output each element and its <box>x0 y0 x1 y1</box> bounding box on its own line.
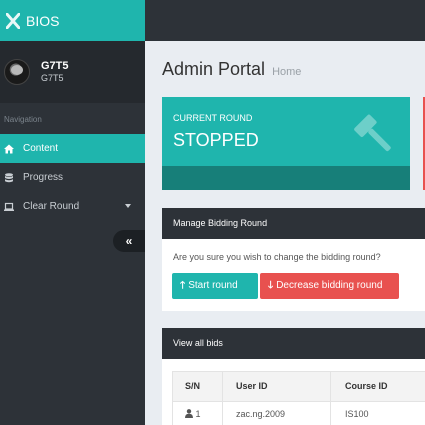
cell-course-id: IS100 <box>345 409 369 419</box>
column-header-course-id[interactable]: Course ID <box>345 372 388 401</box>
panel-title: Manage Bidding Round <box>162 208 425 239</box>
breadcrumb-home[interactable]: Home <box>272 66 301 78</box>
table-row: 1 <box>185 409 201 419</box>
profile-name: G7T5 <box>41 60 69 72</box>
column-header-user-id[interactable]: User ID <box>236 372 268 401</box>
sidebar-item-progress[interactable]: Progress <box>0 163 145 192</box>
sidebar-item-label: Content <box>23 143 59 154</box>
button-label: Decrease bidding round <box>276 280 383 291</box>
sidebar: BIOS G7T5 G7T5 Navigation Content Progre… <box>0 0 145 425</box>
brand-logo-icon <box>6 12 20 29</box>
sidebar-item-label: Progress <box>23 172 64 183</box>
start-round-button[interactable]: 🡑 Start round <box>172 273 258 299</box>
cell-user-id: zac.ng.2009 <box>236 409 286 419</box>
manage-bidding-panel: Manage Bidding Round Are you sure you wi… <box>162 208 425 311</box>
arrow-up-icon: 🡑 <box>180 280 186 291</box>
avatar <box>4 59 30 85</box>
sidebar-item-label: Clear Round <box>23 201 80 212</box>
profile-subtitle: G7T5 <box>41 73 64 83</box>
page-title: Admin Portal Home <box>162 59 301 80</box>
column-divider <box>330 372 331 425</box>
database-icon <box>5 172 13 182</box>
top-bar <box>145 0 425 41</box>
laptop-icon <box>4 202 14 211</box>
user-profile: G7T5 G7T5 <box>0 41 145 103</box>
page-title-text: Admin Portal <box>162 59 266 79</box>
stat-card-footer <box>162 166 410 190</box>
home-icon <box>4 144 14 153</box>
sidebar-item-clear-round[interactable]: Clear Round <box>0 192 145 221</box>
nav-header: Navigation <box>4 115 42 124</box>
arrow-down-icon: 🡓 <box>268 280 274 291</box>
brand-bar[interactable]: BIOS <box>0 0 145 41</box>
main-content: Admin Portal Home CURRENT ROUND STOPPED … <box>145 41 425 425</box>
panel-title: View all bids <box>162 328 425 359</box>
cell-sn: 1 <box>195 409 201 419</box>
sidebar-collapse-button[interactable]: « <box>113 230 145 252</box>
sidebar-item-content[interactable]: Content <box>0 134 145 163</box>
decrease-round-button[interactable]: 🡓 Decrease bidding round <box>260 273 399 299</box>
stat-value: STOPPED <box>173 130 259 150</box>
user-icon <box>185 409 193 418</box>
chevron-down-icon <box>125 204 131 208</box>
brand-name: BIOS <box>26 12 60 29</box>
button-label: Start round <box>188 280 238 291</box>
gavel-icon <box>354 114 391 152</box>
view-bids-panel: View all bids S/N User ID Course ID 1 za… <box>162 328 425 425</box>
stat-label: CURRENT ROUND <box>173 113 253 123</box>
current-round-card: CURRENT ROUND STOPPED <box>162 97 410 190</box>
column-divider <box>222 372 223 425</box>
column-header-sn[interactable]: S/N <box>185 372 200 401</box>
confirm-question: Are you sure you wish to change the bidd… <box>173 252 381 262</box>
bids-table: S/N User ID Course ID 1 zac.ng.2009 IS10… <box>172 371 425 425</box>
